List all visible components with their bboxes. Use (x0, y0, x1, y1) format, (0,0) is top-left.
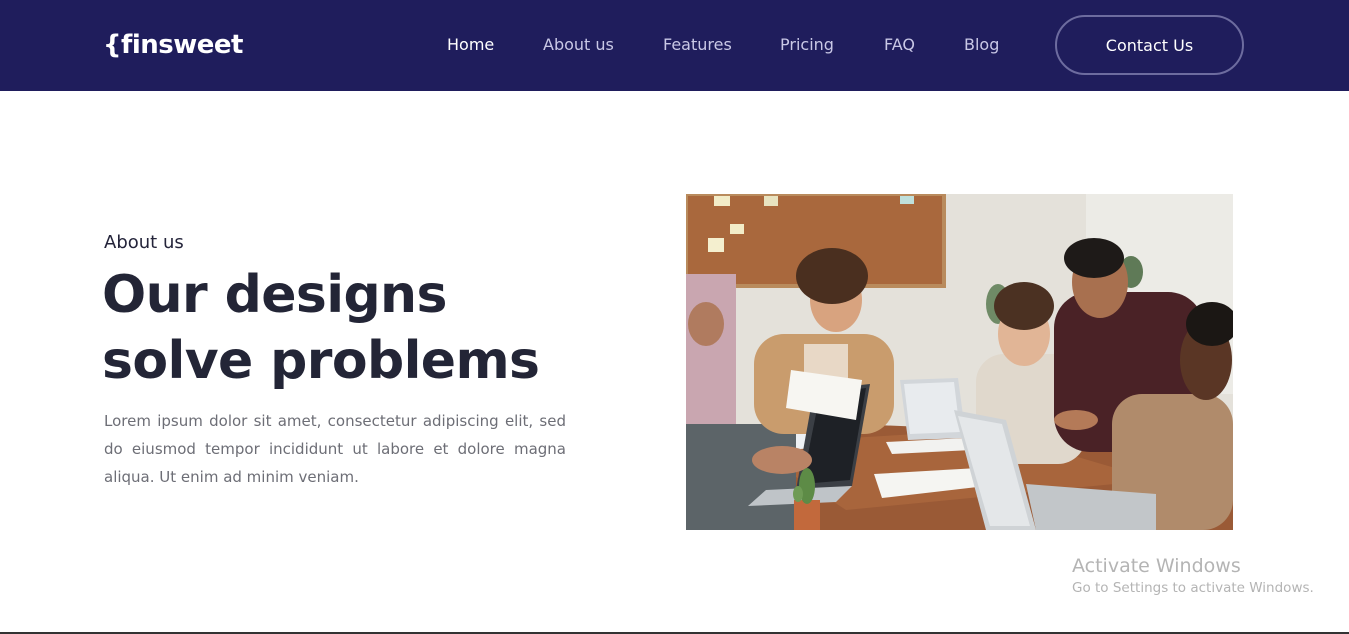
hero-description: Lorem ipsum dolor sit amet, consectetur … (104, 412, 566, 486)
nav-faq[interactable]: FAQ (884, 33, 915, 57)
headline-line-1: Our designs (102, 265, 447, 325)
hero-headline: Our designs solve problems (102, 262, 622, 394)
headline-line-2: solve problems (102, 331, 540, 391)
page: {finsweet Home About us Features Pricing… (0, 0, 1349, 634)
watermark-title: Activate Windows (1072, 555, 1241, 577)
windows-activation-watermark: Activate Windows Go to Settings to activ… (1072, 554, 1314, 598)
section-eyebrow: About us (104, 232, 184, 253)
contact-us-button[interactable]: Contact Us (1055, 15, 1244, 75)
team-meeting-photo (686, 194, 1233, 530)
site-header: {finsweet Home About us Features Pricing… (0, 0, 1349, 91)
watermark-subtitle: Go to Settings to activate Windows. (1072, 580, 1314, 596)
nav-features[interactable]: Features (663, 33, 732, 57)
nav-blog[interactable]: Blog (964, 33, 999, 57)
nav-home[interactable]: Home (447, 33, 494, 57)
nav-pricing[interactable]: Pricing (780, 33, 834, 57)
nav-about-us[interactable]: About us (543, 33, 614, 57)
finsweet-logo[interactable]: {finsweet (103, 28, 243, 62)
